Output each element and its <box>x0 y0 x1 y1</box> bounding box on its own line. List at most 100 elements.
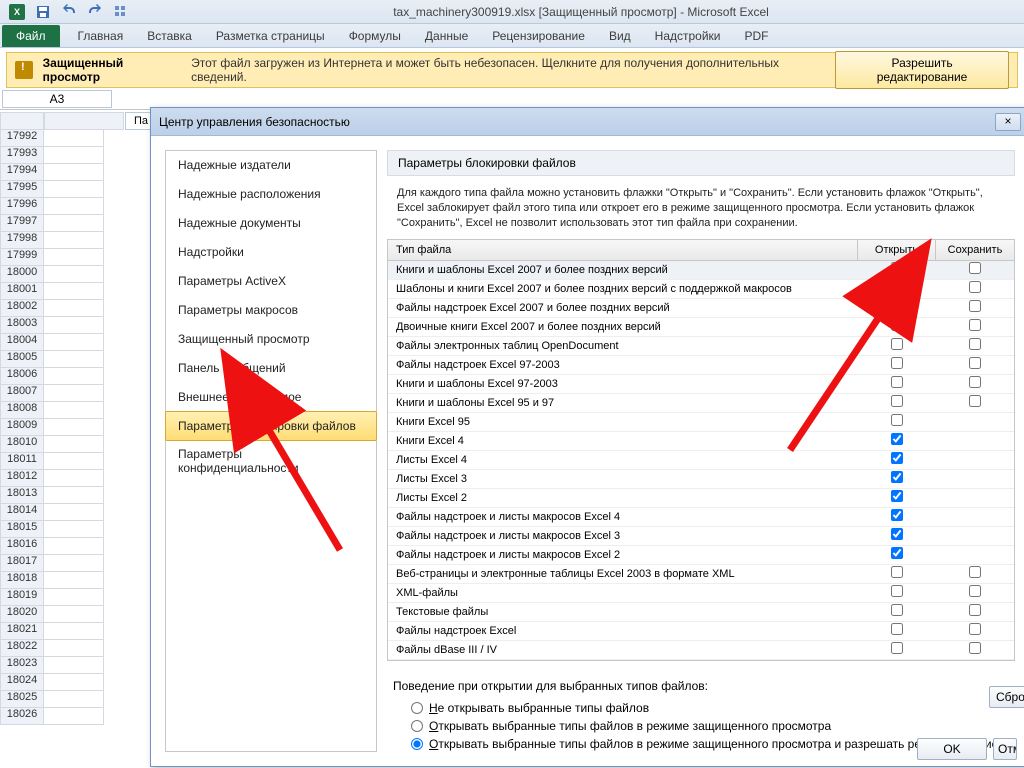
open-checkbox[interactable] <box>891 566 903 578</box>
restore-defaults-button[interactable]: Сбросить <box>989 686 1024 708</box>
name-box[interactable] <box>2 90 112 108</box>
row-header[interactable]: 18026 <box>0 708 44 725</box>
cell[interactable] <box>44 453 104 470</box>
row-header[interactable]: 18020 <box>0 606 44 623</box>
cell[interactable] <box>44 555 104 572</box>
open-checkbox[interactable] <box>891 433 903 445</box>
tab-insert[interactable]: Вставка <box>135 25 204 47</box>
save-icon[interactable] <box>32 2 54 22</box>
excel-icon[interactable]: X <box>6 2 28 22</box>
open-checkbox[interactable] <box>891 395 903 407</box>
save-checkbox[interactable] <box>969 262 981 274</box>
cell[interactable] <box>44 572 104 589</box>
open-checkbox[interactable] <box>891 547 903 559</box>
row-header[interactable]: 17997 <box>0 215 44 232</box>
cell[interactable] <box>44 623 104 640</box>
save-checkbox[interactable] <box>969 642 981 654</box>
behavior-option[interactable]: Открывать выбранные типы файлов в режиме… <box>393 717 1009 735</box>
open-checkbox[interactable] <box>891 585 903 597</box>
open-checkbox[interactable] <box>891 471 903 483</box>
table-row[interactable]: Книги Excel 95 <box>388 413 1014 432</box>
cell[interactable] <box>44 538 104 555</box>
cell[interactable] <box>44 385 104 402</box>
row-header[interactable]: 18008 <box>0 402 44 419</box>
behavior-option[interactable]: Не открывать выбранные типы файлов <box>393 699 1009 717</box>
row-header[interactable]: 18022 <box>0 640 44 657</box>
cell[interactable] <box>44 521 104 538</box>
nav-item[interactable]: Надежные расположения <box>166 180 376 209</box>
nav-item[interactable]: Параметры блокировки файлов <box>165 411 377 441</box>
table-row[interactable]: XML-файлы <box>388 584 1014 603</box>
cell[interactable] <box>44 351 104 368</box>
row-header[interactable]: 17999 <box>0 249 44 266</box>
nav-item[interactable]: Надстройки <box>166 238 376 267</box>
table-row[interactable]: Веб-страницы и электронные таблицы Excel… <box>388 565 1014 584</box>
open-checkbox[interactable] <box>891 528 903 540</box>
col-filetype[interactable]: Тип файла <box>388 240 858 260</box>
nav-item[interactable]: Параметры ActiveX <box>166 267 376 296</box>
open-checkbox[interactable] <box>891 281 903 293</box>
row-header[interactable]: 17994 <box>0 164 44 181</box>
cell[interactable] <box>44 215 104 232</box>
row-header[interactable]: 18003 <box>0 317 44 334</box>
redo-icon[interactable] <box>84 2 106 22</box>
row-header[interactable]: 18024 <box>0 674 44 691</box>
table-row[interactable]: Книги Excel 4 <box>388 432 1014 451</box>
save-checkbox[interactable] <box>969 376 981 388</box>
table-row[interactable]: Листы Excel 4 <box>388 451 1014 470</box>
row-header[interactable]: 17995 <box>0 181 44 198</box>
row-header[interactable]: 18013 <box>0 487 44 504</box>
ok-button[interactable]: OK <box>917 738 987 760</box>
open-checkbox[interactable] <box>891 338 903 350</box>
row-header[interactable]: 18023 <box>0 657 44 674</box>
row-header[interactable]: 17996 <box>0 198 44 215</box>
save-checkbox[interactable] <box>969 585 981 597</box>
row-header[interactable]: 17998 <box>0 232 44 249</box>
cell[interactable] <box>44 708 104 725</box>
cell[interactable] <box>44 419 104 436</box>
table-row[interactable]: Файлы dBase III / IV <box>388 641 1014 660</box>
cell[interactable] <box>44 606 104 623</box>
open-checkbox[interactable] <box>891 604 903 616</box>
save-checkbox[interactable] <box>969 281 981 293</box>
open-checkbox[interactable] <box>891 490 903 502</box>
cell[interactable] <box>44 487 104 504</box>
col-open[interactable]: Открыть <box>858 240 936 260</box>
behavior-radio[interactable] <box>411 738 423 750</box>
nav-item[interactable]: Панель сообщений <box>166 354 376 383</box>
table-row[interactable]: Файлы электронных таблиц OpenDocument <box>388 337 1014 356</box>
cell[interactable] <box>44 266 104 283</box>
col-save[interactable]: Сохранить <box>936 240 1014 260</box>
row-header[interactable]: 18005 <box>0 351 44 368</box>
behavior-radio[interactable] <box>411 720 423 732</box>
cell[interactable] <box>44 504 104 521</box>
table-row[interactable]: Книги и шаблоны Excel 97-2003 <box>388 375 1014 394</box>
open-checkbox[interactable] <box>891 509 903 521</box>
row-header[interactable]: 18006 <box>0 368 44 385</box>
row-header[interactable]: 18012 <box>0 470 44 487</box>
table-row[interactable]: Книги и шаблоны Excel 95 и 97 <box>388 394 1014 413</box>
qat-more-icon[interactable] <box>110 2 132 22</box>
cell[interactable] <box>44 249 104 266</box>
nav-item[interactable]: Внешнее содержимое <box>166 383 376 412</box>
cell[interactable] <box>44 317 104 334</box>
tab-view[interactable]: Вид <box>597 25 643 47</box>
cell[interactable] <box>44 198 104 215</box>
save-checkbox[interactable] <box>969 623 981 635</box>
open-checkbox[interactable] <box>891 414 903 426</box>
open-checkbox[interactable] <box>891 642 903 654</box>
cell[interactable] <box>44 232 104 249</box>
tab-review[interactable]: Рецензирование <box>480 25 597 47</box>
select-all-corner[interactable] <box>0 112 44 130</box>
cell[interactable] <box>44 181 104 198</box>
table-row[interactable]: Текстовые файлы <box>388 603 1014 622</box>
save-checkbox[interactable] <box>969 357 981 369</box>
tab-file[interactable]: Файл <box>2 25 60 47</box>
row-header[interactable]: 18019 <box>0 589 44 606</box>
cell[interactable] <box>44 283 104 300</box>
row-header[interactable]: 18016 <box>0 538 44 555</box>
cell[interactable] <box>44 691 104 708</box>
open-checkbox[interactable] <box>891 452 903 464</box>
table-row[interactable]: Файлы надстроек Excel <box>388 622 1014 641</box>
cell[interactable] <box>44 640 104 657</box>
